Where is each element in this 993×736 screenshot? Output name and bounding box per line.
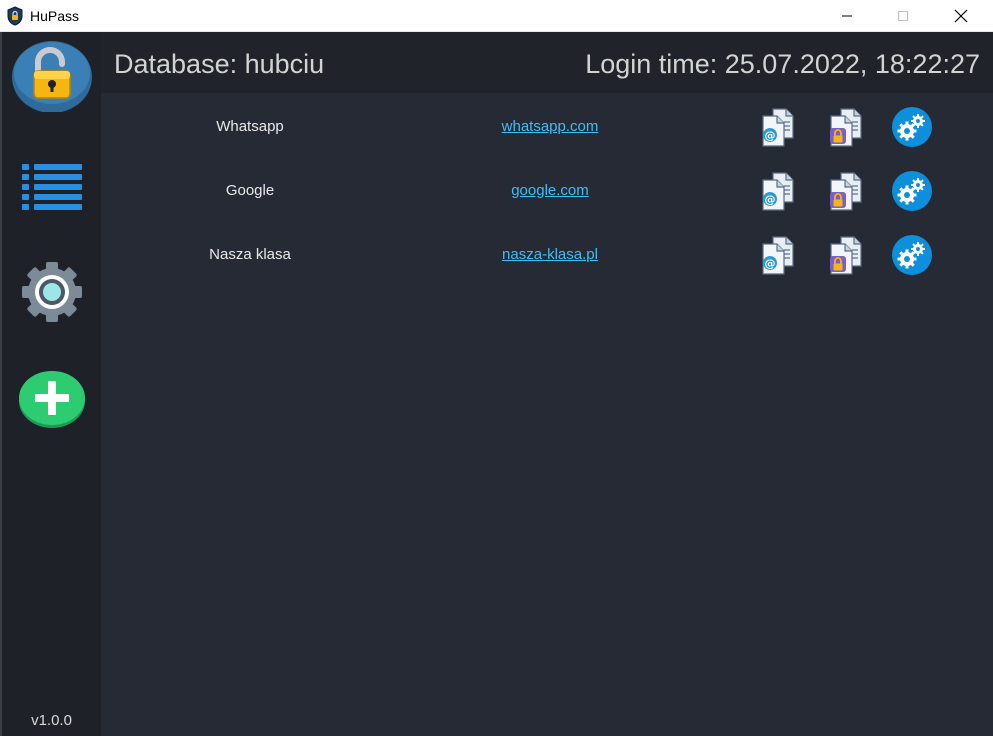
lock-database-button[interactable] <box>12 40 92 113</box>
copy-email-button[interactable]: @ <box>757 170 799 212</box>
copy-password-button[interactable] <box>825 170 867 212</box>
svg-text:@: @ <box>765 129 776 142</box>
list-icon <box>22 164 82 210</box>
close-button[interactable] <box>938 0 984 32</box>
copy-password-icon <box>830 170 867 212</box>
entry-settings-icon <box>891 106 933 148</box>
copy-email-button[interactable]: @ <box>757 234 799 276</box>
copy-email-button[interactable]: @ <box>757 106 799 148</box>
entry-name: Whatsapp <box>216 117 284 135</box>
shield-lock-icon <box>7 6 23 26</box>
copy-password-button[interactable] <box>825 106 867 148</box>
entry-settings-button[interactable] <box>891 170 933 212</box>
sidebar: v1.0.0 <box>2 32 101 736</box>
unlocked-padlock-icon <box>12 41 92 113</box>
add-icon <box>19 371 85 428</box>
app-version: v1.0.0 <box>31 712 72 729</box>
entry-row: Whatsapp whatsapp.com @ <box>101 96 993 156</box>
settings-gear-icon <box>22 262 82 322</box>
copy-email-icon: @ <box>757 106 799 148</box>
minimize-button[interactable] <box>824 0 870 32</box>
entry-row: Google google.com @ <box>101 160 993 220</box>
entry-url-link[interactable]: whatsapp.com <box>399 96 701 156</box>
entry-url-link[interactable]: google.com <box>399 160 701 220</box>
entry-name: Nasza klasa <box>209 245 291 263</box>
close-icon <box>954 9 968 23</box>
database-label: Database: hubciu <box>114 49 325 79</box>
window-title: HuPass <box>30 8 80 24</box>
svg-text:@: @ <box>765 193 776 206</box>
settings-button[interactable] <box>15 260 89 324</box>
entry-name: Google <box>225 181 275 199</box>
entry-settings-button[interactable] <box>891 106 933 148</box>
entry-settings-icon <box>891 170 933 212</box>
entry-row: Nasza klasa nasza-klasa.pl @ <box>101 224 993 284</box>
copy-password-icon <box>830 106 867 148</box>
copy-password-button[interactable] <box>825 234 867 276</box>
minimize-icon <box>842 15 852 17</box>
copy-email-icon: @ <box>757 234 799 276</box>
maximize-button[interactable] <box>880 0 926 32</box>
svg-text:@: @ <box>765 257 776 270</box>
header: Database: hubciu Login time: 25.07.2022,… <box>101 32 993 93</box>
entries-list-button[interactable] <box>20 162 84 214</box>
maximize-icon <box>898 11 908 21</box>
copy-email-icon: @ <box>757 170 799 212</box>
copy-password-icon <box>830 234 867 276</box>
entry-url-link[interactable]: nasza-klasa.pl <box>399 224 701 284</box>
entry-settings-icon <box>891 234 933 276</box>
add-entry-button[interactable] <box>17 368 87 430</box>
title-bar: HuPass <box>0 0 993 32</box>
entry-settings-button[interactable] <box>891 234 933 276</box>
login-time-label: Login time: 25.07.2022, 18:22:27 <box>585 49 980 79</box>
